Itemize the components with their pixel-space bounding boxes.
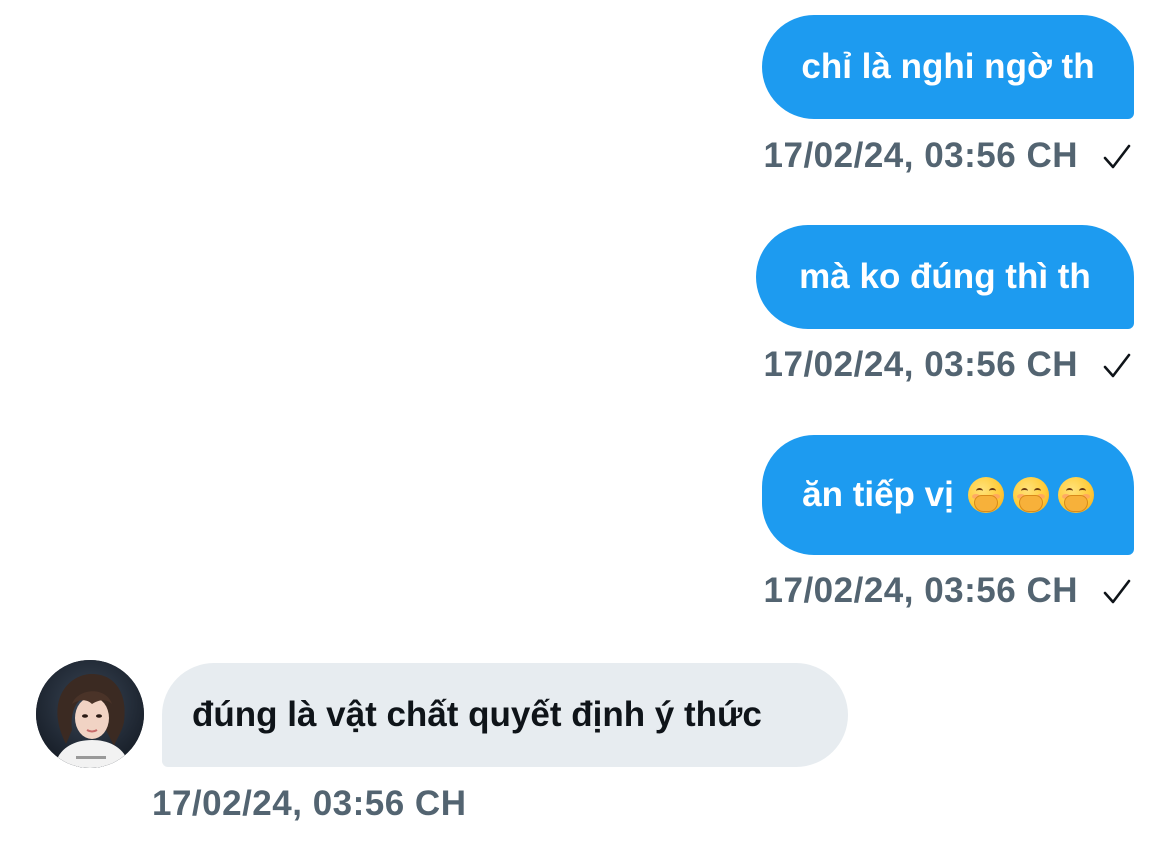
hand-over-mouth-emoji-icon [1057, 477, 1094, 513]
hand-over-mouth-emoji-icon [1012, 477, 1049, 513]
message-bubble-outgoing[interactable]: chỉ là nghi ngờ th [762, 15, 1134, 119]
sent-check-icon [1103, 144, 1131, 169]
message-bubble-outgoing[interactable]: ăn tiếp vị [762, 435, 1134, 555]
sent-check-icon [1103, 353, 1131, 378]
sent-check-icon [1103, 579, 1131, 604]
user-avatar[interactable] [36, 660, 144, 768]
message-text: chỉ là nghi ngờ th [801, 47, 1095, 86]
message-timestamp: 17/02/24, 03:56 CH [152, 784, 467, 823]
message-bubble-incoming[interactable]: đúng là vật chất quyết định ý thức [162, 663, 848, 767]
message-timestamp: 17/02/24, 03:56 CH [763, 571, 1078, 610]
message-timestamp: 17/02/24, 03:56 CH [763, 345, 1078, 384]
message-bubble-outgoing[interactable]: mà ko đúng thì th [756, 225, 1134, 329]
message-text: ăn tiếp vị [802, 475, 954, 514]
message-timestamp: 17/02/24, 03:56 CH [763, 136, 1078, 175]
hand-over-mouth-emoji-icon [967, 477, 1004, 513]
message-text: mà ko đúng thì th [799, 257, 1091, 296]
message-text: đúng là vật chất quyết định ý thức [192, 695, 762, 734]
avatar-image [36, 660, 144, 768]
